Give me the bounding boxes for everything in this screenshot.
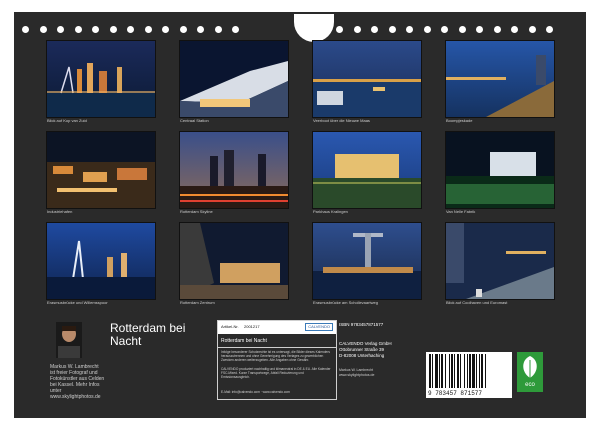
binding-hole (511, 26, 518, 33)
photo-van-nelle (445, 131, 555, 209)
photo-caption: Centraal Station (180, 118, 209, 123)
sustainability-text: CALVENDO produziert nachhaltig und klima… (221, 367, 331, 379)
barcode-bar (432, 354, 433, 388)
barcode-bar (476, 354, 477, 388)
barcode-bar (451, 354, 453, 388)
barcode-bar (464, 354, 465, 388)
photo-skyline (179, 131, 289, 209)
barcode-bars (429, 354, 486, 388)
binding-hole (109, 26, 117, 33)
barcode-bar (485, 354, 486, 388)
photo-industriehafen (46, 131, 156, 209)
photo-caption: Erasmusbrücke und Willemsspoor (47, 300, 108, 305)
barcode-bar (439, 354, 440, 388)
photo-coolhaven (445, 222, 555, 300)
binding-hole (57, 26, 64, 33)
article-bar: Artikel-Nr. 2001217 CALVENDO (218, 321, 336, 334)
barcode-bar (435, 354, 438, 388)
binding-hole (214, 26, 222, 33)
binding-hole (423, 26, 431, 33)
author-info: Markus W. Lambrecht ist freier Fotograf … (50, 364, 110, 400)
copyright: Markus W. Lambrecht www.skylightphotos.d… (339, 368, 374, 377)
author-bio: ist freier Fotograf und Fotokünstler aus… (50, 370, 105, 394)
binding-hole (476, 26, 483, 33)
calvendo-logo: CALVENDO (305, 323, 333, 331)
hanger-cutout (294, 14, 334, 42)
barcode-bar (479, 354, 480, 388)
binding-hole (197, 26, 204, 33)
barcode-bar (457, 354, 459, 388)
binding-hole (528, 26, 536, 33)
binding-hole (546, 26, 553, 33)
barcode-digits: 9 783457 871577 (428, 390, 483, 397)
legal-text: Infolge besonderer Schutzrechte ist es u… (221, 350, 330, 362)
barcode-bar (472, 354, 475, 388)
barcode-bar (441, 354, 443, 388)
binding-hole (441, 26, 448, 33)
photo-erasmusbruecke (46, 222, 156, 300)
product-title: Rotterdam bei Nacht (221, 338, 267, 344)
binding-hole (388, 26, 396, 33)
product-info-box: Artikel-Nr. 2001217 CALVENDO Rotterdam b… (217, 320, 337, 400)
binding-hole (22, 26, 29, 33)
barcode-bar (449, 354, 450, 388)
binding-hole (353, 26, 361, 33)
photo-centraal-station (179, 40, 289, 118)
binding-hole (74, 26, 82, 33)
photo-caption: Industriehafen (47, 209, 73, 214)
barcode-bar (467, 354, 468, 388)
photo-veerboot (312, 40, 422, 118)
binding-hole (162, 26, 169, 33)
photo-caption: Parkhaus Kralingen (313, 209, 348, 214)
photo-boompjeskade (445, 40, 555, 118)
divider (218, 347, 336, 348)
binding-hole (179, 26, 187, 33)
photo-caption: Erasmusbrücke am Schollevaartweg (313, 300, 378, 305)
barcode: 9 783457 871577 (426, 352, 512, 398)
photo-caption: Blick auf Kop van Zuid (47, 118, 87, 123)
copyright-name: Markus W. Lambrecht (339, 368, 374, 372)
binding-hole (406, 26, 413, 33)
photo-caption: Boompjeskade (446, 118, 473, 123)
calendar-back-cover: Blick auf Kop van Zuid Centraal Station … (14, 12, 586, 418)
binding-hole (458, 26, 466, 33)
author-url: www.skylightphotos.de (50, 394, 101, 400)
binding-hole (39, 26, 47, 33)
photo-schollevaartweg (312, 222, 422, 300)
barcode-bar (469, 354, 471, 388)
binding-hole (144, 26, 152, 33)
photo-caption: Veerboot über die Nieuwe Maas (313, 118, 370, 123)
isbn-text: ISBN 9783457871577 (339, 322, 384, 327)
photo-caption: Rotterdam Zentrum (180, 300, 215, 305)
photo-caption: Rotterdam Skyline (180, 209, 213, 214)
binding-hole (92, 26, 99, 33)
leaf-icon (523, 356, 537, 378)
copyright-url: www.skylightphotos.de (339, 372, 375, 377)
publisher-address: CALVENDO Verlag GmbH Ottobrunner Straße … (339, 341, 392, 359)
binding-hole (336, 26, 343, 33)
photo-zentrum (179, 222, 289, 300)
calendar-title: Rotterdam bei Nacht (110, 321, 186, 348)
binding-hole (493, 26, 501, 33)
photo-kop-van-zuid (46, 40, 156, 118)
binding-hole (232, 26, 239, 33)
eco-badge: eco (517, 352, 543, 392)
barcode-bar (481, 354, 483, 388)
binding-hole (371, 26, 378, 33)
barcode-bar (429, 354, 431, 388)
binding-hole (127, 26, 134, 33)
author-portrait (56, 322, 82, 358)
photo-parkhaus (312, 131, 422, 209)
contact-text: E-Mail: info@calvendo.com · www.calvendo… (221, 390, 290, 394)
photo-caption: Van Nelle Fabrik (446, 209, 476, 214)
barcode-bar (460, 354, 461, 388)
barcode-bar (454, 354, 455, 388)
publisher-city: D-82008 Unterhaching (339, 353, 385, 358)
barcode-bar (445, 354, 446, 388)
article-number: 2001217 (244, 324, 260, 329)
photo-caption: Blick auf Coolhaven und Euromast (446, 300, 508, 305)
eco-label: eco (525, 382, 535, 388)
article-label: Artikel-Nr. (221, 324, 239, 329)
